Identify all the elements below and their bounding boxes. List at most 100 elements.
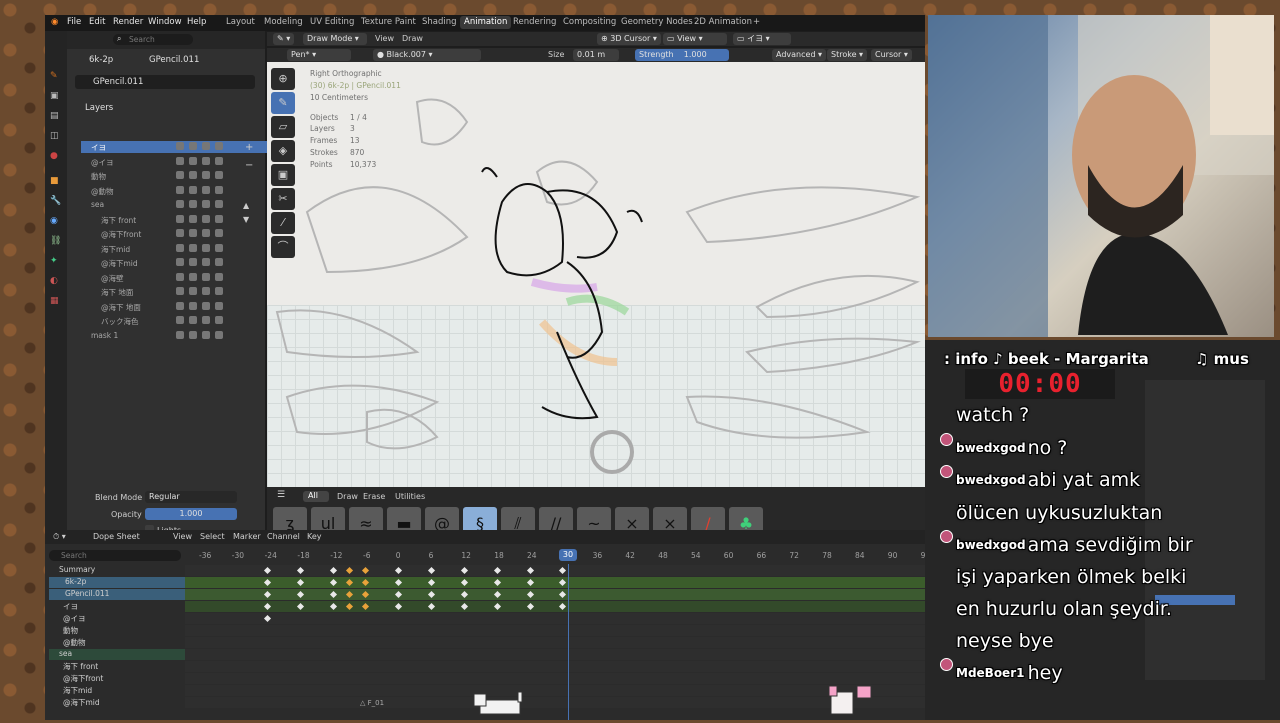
keyframe[interactable] [395,590,403,599]
stroke-menu[interactable]: Stroke ▾ [827,49,868,61]
keyframe[interactable] [346,602,354,611]
erase-tool-icon[interactable]: ▱ [271,116,295,138]
keyframe[interactable] [428,590,436,599]
onion-icon[interactable] [189,316,197,324]
layer-item[interactable]: 海下 front [81,214,267,226]
lock-icon[interactable] [215,258,223,266]
keyframe[interactable] [346,566,354,575]
outliner-search[interactable]: ⌕ Search [113,34,193,45]
keyframe[interactable] [526,602,534,611]
visibility-icon[interactable] [202,200,210,208]
layer-item[interactable]: mask 1 [81,330,267,342]
tab-rendering[interactable]: Rendering [513,17,556,27]
channel-item[interactable]: 海下 front [49,661,199,672]
brush-select[interactable]: Pen* ▾ [287,49,351,61]
keyframe[interactable] [526,590,534,599]
keyframe[interactable] [263,578,272,587]
render-tab-icon[interactable]: ▣ [50,91,59,101]
visibility-icon[interactable] [202,258,210,266]
channel-track[interactable] [185,649,925,660]
cursor-menu[interactable]: Cursor ▾ [871,49,912,61]
keyframe[interactable] [296,602,304,611]
keyframe[interactable] [296,590,304,599]
fill-tool-icon[interactable]: ◈ [271,140,295,162]
data-block-field[interactable]: GPencil.011 [75,75,255,89]
keyframe[interactable] [263,602,272,611]
onion-icon[interactable] [189,200,197,208]
lock-icon[interactable] [215,229,223,237]
origin-select[interactable]: ⊕ 3D Cursor ▾ [597,33,661,45]
lock-icon[interactable] [215,287,223,295]
modifier-tab-icon[interactable]: 🔧 [50,196,61,206]
view-layer-tab-icon[interactable]: ◫ [50,131,59,141]
layer-item[interactable]: イヨ [81,141,267,153]
strength-slider[interactable]: Strength 1.000 [635,49,729,61]
mask-icon[interactable] [176,316,184,324]
keyframe[interactable] [362,578,370,587]
keyframe[interactable] [329,578,337,587]
keyframe[interactable] [559,578,567,587]
layer-item[interactable]: バック海色 [81,315,267,327]
eyedropper-tool-icon[interactable]: ⁄ [271,212,295,234]
channel-item[interactable]: @イヨ [49,613,199,624]
keyframe[interactable] [362,566,370,575]
tab-brushes-draw[interactable]: Draw [337,492,358,501]
mask-icon[interactable] [176,142,184,150]
move-layer-down-icon[interactable]: ▼ [243,215,249,224]
lock-icon[interactable] [215,301,223,310]
channel-track[interactable] [185,637,925,648]
onion-icon[interactable] [189,229,197,237]
editor-type-icon[interactable]: ⏱ ▾ [53,532,66,542]
visibility-icon[interactable] [202,229,210,237]
mask-icon[interactable] [176,287,184,295]
onion-icon[interactable] [189,301,197,310]
add-workspace-button[interactable]: + [753,17,760,27]
mask-icon[interactable] [176,156,184,165]
playhead[interactable] [568,564,569,720]
dope-mode-select[interactable]: Dope Sheet [93,532,140,541]
keyframe[interactable] [263,590,272,599]
visibility-icon[interactable] [202,330,210,339]
mask-icon[interactable] [176,243,184,252]
keyframe[interactable] [460,590,468,599]
menu-help[interactable]: Help [187,17,206,27]
mask-icon[interactable] [176,185,184,194]
keyframe[interactable] [493,566,501,575]
keyframe[interactable] [362,602,370,611]
layer-item[interactable]: 海下 地面 [81,286,267,298]
keyframe[interactable] [346,578,354,587]
dope-sheet[interactable]: ⏱ ▾ Dope Sheet View Select Marker Channe… [45,530,930,720]
lock-icon[interactable] [215,171,223,179]
mask-icon[interactable] [176,258,184,266]
keyframe[interactable] [263,566,272,575]
layer-item[interactable]: sea [81,199,267,211]
channel-track[interactable] [185,673,925,684]
keyframe[interactable] [346,590,354,599]
tab-layout[interactable]: Layout [226,17,255,27]
channel-track[interactable] [185,685,925,696]
tab-uv-editing[interactable]: UV Editing [310,17,354,27]
3d-viewport[interactable]: ⊕ ✎ ▱ ◈ ▣ ✂ ⁄ ⌒ Right Orthographic (30) … [267,62,925,487]
keyframe[interactable] [263,614,272,623]
tab-brushes-erase[interactable]: Erase [363,492,385,501]
mode-select[interactable]: Draw Mode ▾ [303,33,367,45]
mask-icon[interactable] [176,200,184,208]
menu-window[interactable]: Window [148,17,182,27]
scene-tab-icon[interactable]: ● [50,151,58,161]
tab-2d-animation[interactable]: 2D Animation [694,17,752,27]
visibility-icon[interactable] [202,316,210,324]
lock-icon[interactable] [215,214,223,223]
lock-icon[interactable] [215,243,223,252]
keyframe[interactable] [460,566,468,575]
layer-item[interactable]: @イヨ [81,156,267,168]
keyframe[interactable] [559,602,567,611]
channel-item[interactable]: @海下front [49,673,199,684]
lock-icon[interactable] [215,330,223,339]
output-tab-icon[interactable]: ▤ [50,111,59,121]
size-field[interactable]: 0.01 m [573,49,619,61]
layer-item[interactable]: 動物 [81,170,267,182]
onion-icon[interactable] [189,243,197,252]
view-select[interactable]: ▭ View ▾ [663,33,727,45]
tab-texture-paint[interactable]: Texture Paint [361,17,416,27]
drawing-canvas[interactable] [267,62,925,487]
